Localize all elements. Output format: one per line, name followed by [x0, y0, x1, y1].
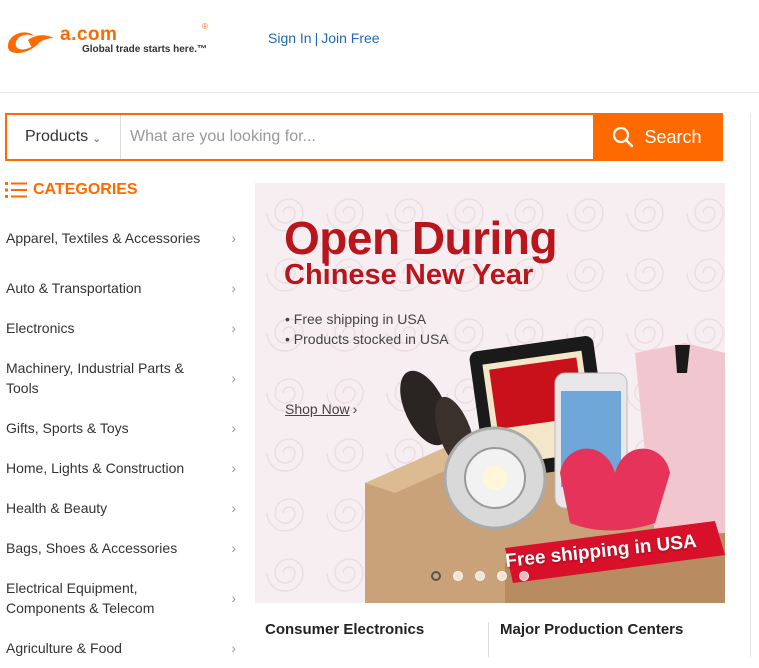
- category-item-agriculture[interactable]: Agriculture & Food ›: [0, 628, 245, 668]
- section-divider: [488, 622, 489, 657]
- categories-title: CATEGORIES: [33, 181, 138, 198]
- section-consumer-electronics[interactable]: Consumer Electronics: [265, 621, 424, 638]
- chevron-right-icon: ›: [231, 280, 236, 296]
- category-item-apparel[interactable]: Apparel, Textiles & Accessories ›: [0, 208, 245, 268]
- banner-title-line2: Chinese New Year: [284, 259, 534, 291]
- carousel-dot[interactable]: [453, 571, 463, 581]
- chevron-right-icon: ›: [231, 590, 236, 606]
- sign-in-link[interactable]: Sign In: [268, 30, 312, 46]
- chevron-right-icon: ›: [231, 420, 236, 436]
- category-item-health[interactable]: Health & Beauty ›: [0, 488, 245, 528]
- chevron-right-icon: ›: [231, 320, 236, 336]
- category-label: Apparel, Textiles & Accessories: [6, 230, 201, 246]
- shop-now-link[interactable]: Shop Now ›: [285, 401, 357, 417]
- promo-banner[interactable]: Open During Chinese New Year Free shippi…: [255, 183, 725, 603]
- carousel-dot[interactable]: [519, 571, 529, 581]
- logo-registered-mark: ®: [202, 22, 208, 31]
- logo-tagline: Global trade starts here.™: [82, 44, 208, 55]
- join-free-link[interactable]: Join Free: [321, 30, 379, 46]
- search-input[interactable]: [121, 115, 593, 159]
- alibaba-logo[interactable]: a.com ® Global trade starts here.™: [4, 22, 219, 66]
- category-item-auto[interactable]: Auto & Transportation ›: [0, 268, 245, 308]
- account-links: Sign In | Join Free: [268, 30, 380, 46]
- carousel-dot[interactable]: [431, 571, 441, 581]
- category-label: Home, Lights & Construction: [6, 460, 185, 476]
- search-category-label: Products: [25, 128, 89, 145]
- link-separator: |: [314, 30, 319, 46]
- carousel-dot[interactable]: [497, 571, 507, 581]
- search-category-dropdown[interactable]: Products ⌄: [7, 115, 121, 159]
- category-item-gifts[interactable]: Gifts, Sports & Toys ›: [0, 408, 245, 448]
- search-button-label: Search: [644, 126, 702, 147]
- carousel-dot[interactable]: [475, 571, 485, 581]
- chevron-right-icon: ›: [231, 460, 236, 476]
- search-button[interactable]: Search: [593, 115, 721, 159]
- shop-now-label: Shop Now: [285, 401, 350, 417]
- chevron-right-icon: ›: [231, 540, 236, 556]
- banner-title-line1: Open During: [284, 212, 558, 264]
- chevron-right-icon: ›: [231, 230, 236, 246]
- chevron-right-icon: ›: [231, 640, 236, 656]
- categories-header: CATEGORIES: [5, 181, 138, 199]
- right-side-panel: [750, 113, 759, 657]
- category-item-machinery[interactable]: Machinery, Industrial Parts & Tools ›: [0, 348, 245, 408]
- category-item-home[interactable]: Home, Lights & Construction ›: [0, 448, 245, 488]
- category-label: Gifts, Sports & Toys: [6, 420, 129, 436]
- category-label: Bags, Shoes & Accessories: [6, 540, 178, 556]
- category-label: Machinery, Industrial Parts & Tools: [6, 360, 184, 396]
- search-icon: [613, 126, 634, 148]
- list-icon: [5, 182, 27, 198]
- category-label: Health & Beauty: [6, 500, 108, 516]
- site-header: a.com ® Global trade starts here.™ Sign …: [0, 0, 759, 93]
- section-major-production-centers[interactable]: Major Production Centers: [500, 621, 683, 638]
- category-list: Apparel, Textiles & Accessories › Auto & …: [0, 208, 245, 668]
- category-label: Agriculture & Food: [6, 640, 122, 656]
- category-label: Electronics: [6, 320, 75, 336]
- category-item-electronics[interactable]: Electronics ›: [0, 308, 245, 348]
- logo-text: a.com: [60, 24, 118, 45]
- chevron-right-icon: ›: [231, 370, 236, 386]
- category-item-electrical[interactable]: Electrical Equipment, Components & Telec…: [0, 568, 245, 628]
- chevron-down-icon: ⌄: [92, 133, 102, 145]
- category-label: Electrical Equipment, Components & Telec…: [6, 580, 155, 616]
- carousel-dots: [431, 571, 529, 581]
- category-item-bags[interactable]: Bags, Shoes & Accessories ›: [0, 528, 245, 568]
- category-label: Auto & Transportation: [6, 280, 142, 296]
- banner-bullet: Free shipping in USA: [285, 309, 449, 329]
- logo-mark-icon: [8, 32, 54, 54]
- search-bar: Products ⌄ Search: [5, 113, 723, 161]
- chevron-right-icon: ›: [231, 500, 236, 516]
